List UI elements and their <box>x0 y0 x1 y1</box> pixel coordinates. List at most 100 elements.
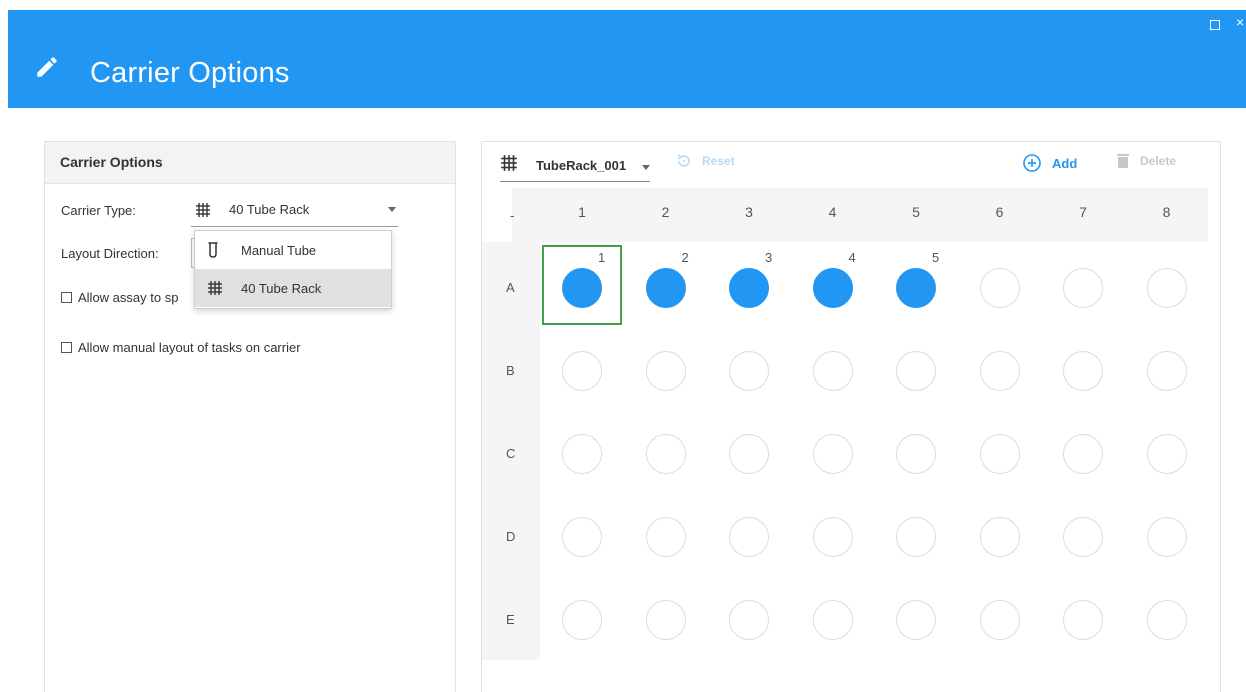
well-E3[interactable] <box>729 600 769 640</box>
checkbox-box[interactable] <box>61 342 72 353</box>
well-B8[interactable] <box>1146 351 1187 391</box>
reset-icon <box>677 154 690 167</box>
carrier-options-panel: Carrier Options Carrier Type: 40 Tube Ra… <box>44 141 456 692</box>
well-B3[interactable] <box>729 351 769 391</box>
rack-select[interactable]: TubeRack_001 <box>500 154 650 182</box>
column-header: 7 <box>1079 204 1087 220</box>
well-C7[interactable] <box>1063 434 1103 474</box>
grid-icon <box>208 281 222 295</box>
well-E2[interactable] <box>645 600 686 640</box>
delete-label: Delete <box>1140 154 1177 168</box>
chevron-down-icon <box>388 207 396 212</box>
tube-icon <box>208 242 218 258</box>
well-D6[interactable] <box>979 517 1020 557</box>
allow-assay-label: Allow assay to sp <box>78 290 179 305</box>
well-B4[interactable] <box>812 351 853 391</box>
grid-icon <box>501 155 517 171</box>
reset-label: Reset <box>702 154 735 168</box>
well-A5[interactable] <box>896 268 936 308</box>
well-D4[interactable] <box>812 517 853 557</box>
chevron-down-icon <box>642 165 650 170</box>
grid-icon <box>196 203 210 217</box>
add-label: Add <box>1052 155 1078 171</box>
well-C3[interactable] <box>729 434 769 474</box>
well-B5[interactable] <box>896 351 936 391</box>
well-E7[interactable] <box>1063 600 1103 640</box>
delete-button[interactable]: Delete <box>1116 153 1176 169</box>
row-header: B <box>506 363 515 378</box>
pencil-icon <box>37 57 57 77</box>
well-D5[interactable] <box>896 517 936 557</box>
carrier-type-select[interactable]: 40 Tube Rack <box>191 192 398 227</box>
well-D8[interactable] <box>1146 517 1187 557</box>
dropdown-item-label: 40 Tube Rack <box>241 281 322 296</box>
well-E5[interactable] <box>896 600 936 640</box>
well-C4[interactable] <box>812 434 853 474</box>
add-button[interactable]: Add <box>1022 153 1077 173</box>
well-A7[interactable] <box>1063 268 1103 308</box>
well-label: 3 <box>765 250 773 265</box>
column-header: 2 <box>661 204 670 220</box>
corner-label: - <box>510 208 515 223</box>
dropdown-item-manual-tube[interactable]: Manual Tube <box>195 231 391 269</box>
allow-assay-checkbox[interactable]: Allow assay to sp <box>61 290 178 305</box>
well-A2[interactable] <box>645 268 686 308</box>
dropdown-item-label: Manual Tube <box>241 243 317 258</box>
carrier-type-dropdown: Manual Tube 40 Tube Rack <box>194 230 392 309</box>
panel-header: Carrier Options <box>45 142 455 184</box>
well-label: 5 <box>932 250 940 265</box>
row-header: C <box>506 446 516 461</box>
column-header: 3 <box>745 204 753 220</box>
well-C2[interactable] <box>645 434 686 474</box>
well-E4[interactable] <box>812 600 853 640</box>
selected-well-outline <box>542 245 622 325</box>
column-header: 4 <box>828 204 837 220</box>
column-header: 5 <box>912 204 920 220</box>
well-A8[interactable] <box>1146 268 1187 308</box>
row-header: E <box>506 612 515 627</box>
allow-manual-layout-label: Allow manual layout of tasks on carrier <box>78 340 301 355</box>
rack-name: TubeRack_001 <box>536 158 627 173</box>
well-B6[interactable] <box>979 351 1020 391</box>
rack-layout-panel: TubeRack_001 Reset Add Delete - 1 2 3 4 … <box>481 141 1221 692</box>
close-button[interactable]: × <box>1236 15 1244 29</box>
plus-circle-icon <box>1023 154 1041 172</box>
well-D2[interactable] <box>645 517 686 557</box>
row-header: A <box>506 280 515 295</box>
well-E8[interactable] <box>1146 600 1187 640</box>
title-bar: Carrier Options × <box>8 10 1246 108</box>
well-B7[interactable] <box>1063 351 1103 391</box>
well-D1[interactable] <box>562 517 602 557</box>
well-label: 2 <box>681 250 689 265</box>
column-header: 1 <box>578 204 586 220</box>
carrier-type-value: 40 Tube Rack <box>229 202 310 217</box>
well-C6[interactable] <box>979 434 1020 474</box>
column-header: 8 <box>1162 204 1171 220</box>
well-C8[interactable] <box>1146 434 1187 474</box>
maximize-button[interactable] <box>1210 20 1220 30</box>
well-C5[interactable] <box>896 434 936 474</box>
row-header: D <box>506 529 516 544</box>
well-B2[interactable] <box>645 351 686 391</box>
well-label: 4 <box>848 250 856 265</box>
dropdown-item-40-tube-rack[interactable]: 40 Tube Rack <box>195 269 391 307</box>
well-E1[interactable] <box>562 600 602 640</box>
window-title: Carrier Options <box>90 57 290 89</box>
column-header-band <box>512 188 1208 242</box>
trash-icon <box>1117 154 1129 168</box>
layout-direction-label: Layout Direction: <box>61 246 159 261</box>
well-A4[interactable] <box>812 268 853 308</box>
column-header: 6 <box>995 204 1004 220</box>
well-A3[interactable] <box>729 268 769 308</box>
allow-manual-layout-checkbox[interactable]: Allow manual layout of tasks on carrier <box>61 340 301 355</box>
rack-toolbar: TubeRack_001 Reset Add Delete <box>482 142 1220 186</box>
well-E6[interactable] <box>979 600 1020 640</box>
checkbox-box[interactable] <box>61 292 72 303</box>
well-D7[interactable] <box>1063 517 1103 557</box>
well-A6[interactable] <box>979 268 1020 308</box>
reset-button[interactable]: Reset <box>676 153 735 169</box>
well-C1[interactable] <box>562 434 602 474</box>
well-B1[interactable] <box>562 351 602 391</box>
well-D3[interactable] <box>729 517 769 557</box>
carrier-type-label: Carrier Type: <box>61 203 136 218</box>
